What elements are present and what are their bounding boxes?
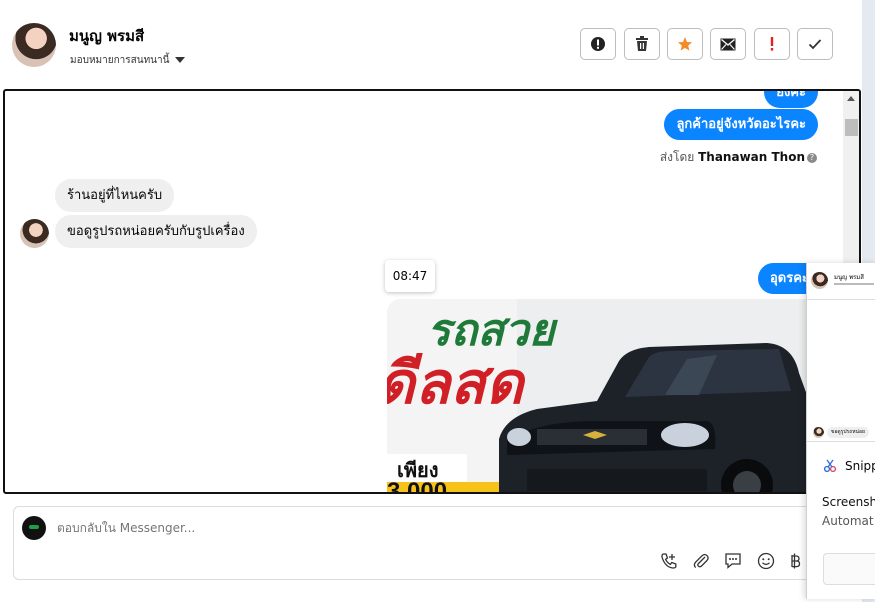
mark-done-button[interactable]: [797, 28, 833, 60]
ad-price: 3,000: [387, 478, 447, 494]
screenshot-notice-text: Automat: [822, 514, 874, 528]
payment-button[interactable]: [788, 551, 802, 571]
mini-chat-preview: มนูญ พรมสี: [807, 263, 875, 300]
follow-up-star-button[interactable]: [667, 28, 703, 60]
ad-headline: รถสวย: [427, 306, 559, 355]
mini-chat-row: ขอดูรูปรถหน่อย: [813, 427, 873, 439]
popup-divider: [807, 441, 875, 442]
incoming-message[interactable]: ขอดูรูปรถหน่อยครับกับรูปเครื่อง: [55, 215, 257, 248]
contact-avatar-small: [20, 219, 49, 248]
mark-unread-button[interactable]: [710, 28, 746, 60]
car-ad-graphic: รถสวย ดีลสด เพียง 3,000: [387, 299, 807, 494]
popup-action-button[interactable]: [823, 553, 875, 585]
scrollbar-thumb[interactable]: [845, 119, 858, 136]
exclamation-icon: [770, 37, 774, 51]
attach-button[interactable]: [691, 551, 711, 571]
mail-icon: [720, 38, 736, 50]
reply-input[interactable]: [57, 521, 657, 535]
saved-replies-button[interactable]: [723, 551, 743, 571]
reply-composer: [13, 506, 862, 580]
outgoing-message-partial[interactable]: ยังคะ: [764, 91, 818, 108]
mini-chat-text: ขอดูรูปรถหน่อย: [827, 427, 869, 438]
message-thread[interactable]: ยังคะ ลูกค้าอยู่จังหวัดอะไรคะ ส่งโดย Tha…: [3, 89, 861, 494]
snip-app-name: Snipp: [845, 459, 875, 473]
outgoing-message[interactable]: ลูกค้าอยู่จังหวัดอะไรคะ: [664, 109, 818, 140]
incoming-message[interactable]: ร้านอยู่ที่ไหนครับ: [55, 179, 175, 212]
mark-spam-button[interactable]: [580, 28, 616, 60]
car-ad-image[interactable]: รถสวย ดีลสด เพียง 3,000: [387, 299, 807, 494]
chevron-down-icon: [175, 57, 186, 63]
help-icon[interactable]: ?: [807, 152, 817, 163]
call-button[interactable]: [659, 551, 679, 571]
assign-label: มอบหมายการสนทนานี้: [70, 55, 170, 66]
scissors-icon: [823, 459, 837, 473]
scroll-up-icon[interactable]: [847, 96, 855, 101]
app-frame: มนูญ พรมสี มอบหมายการสนทนานี้ ยังคะ ลูกค…: [0, 0, 862, 602]
mini-chat-avatar: [813, 427, 824, 438]
page-avatar: [22, 516, 46, 540]
check-icon: [808, 39, 822, 50]
trash-icon: [636, 36, 648, 51]
delete-button[interactable]: [624, 28, 660, 60]
sender-name: Thanawan Thon: [698, 150, 805, 164]
phone-add-icon: [661, 553, 677, 569]
mini-contact-name: มนูญ พรมสี: [834, 274, 864, 281]
ad-subheadline: ดีลสด: [387, 351, 527, 416]
mini-avatar: [811, 272, 828, 289]
contact-avatar[interactable]: [12, 23, 56, 67]
chat-bubble-icon: [725, 553, 741, 569]
sent-by-prefix: ส่งโดย: [659, 150, 695, 164]
emoji-button[interactable]: [756, 551, 776, 571]
assign-conversation-dropdown[interactable]: มอบหมายการสนทนานี้: [70, 53, 186, 68]
mini-subtitle-line: [834, 283, 874, 285]
snipping-notification-popup[interactable]: มนูญ พรมสี ขอดูรูปรถหน่อย Snipp Screensh…: [806, 263, 875, 599]
paperclip-icon: [693, 553, 709, 569]
screenshot-notice-title: Screensh: [822, 495, 875, 509]
priority-button[interactable]: [754, 28, 790, 60]
conversation-header: มนูญ พรมสี มอบหมายการสนทนานี้: [0, 0, 862, 89]
sent-by-label: ส่งโดย Thanawan Thon?: [660, 148, 817, 167]
alert-icon: [591, 37, 605, 51]
smiley-icon: [757, 552, 775, 570]
star-icon: [678, 37, 692, 51]
contact-name[interactable]: มนูญ พรมสี: [69, 24, 144, 48]
baht-icon: [791, 553, 801, 569]
timestamp-tooltip: 08:47: [385, 260, 435, 292]
